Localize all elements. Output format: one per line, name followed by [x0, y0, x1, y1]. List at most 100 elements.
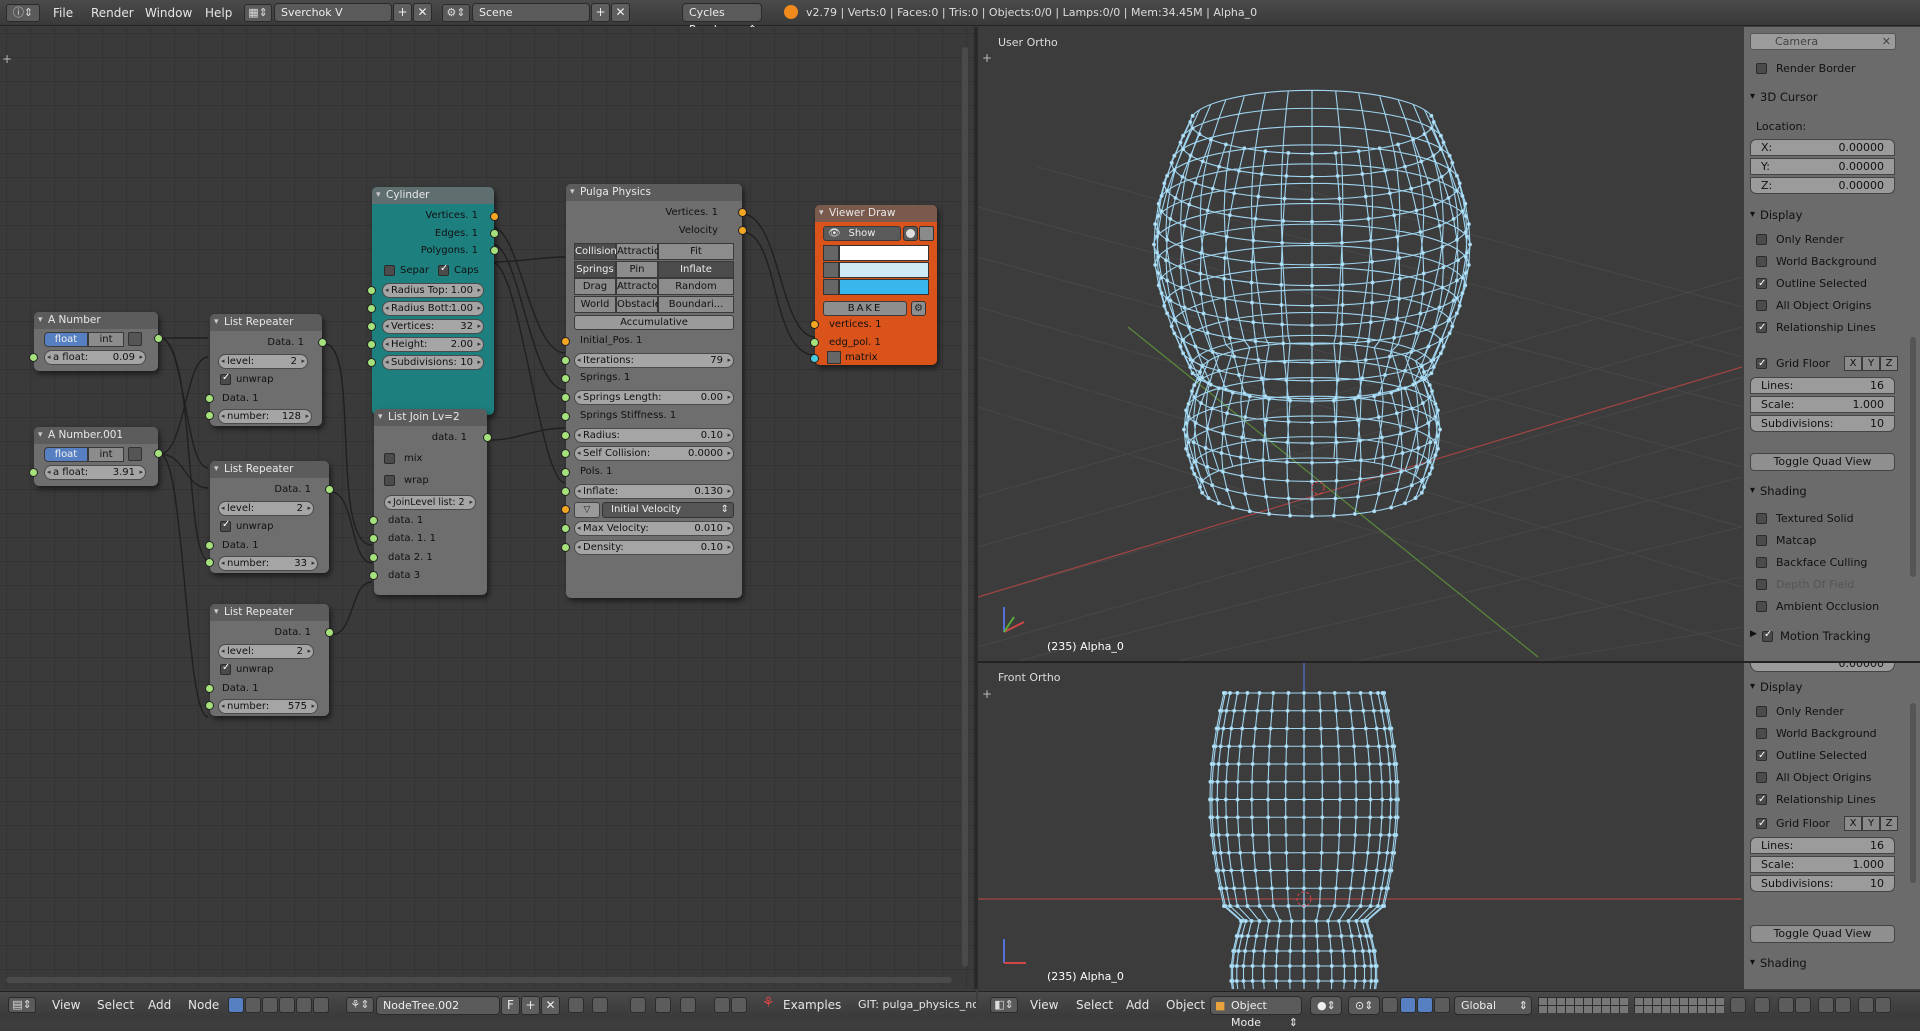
menu-window[interactable]: Window	[138, 0, 199, 26]
show-toggle[interactable]: 👁 Show	[823, 226, 901, 241]
cursor-z-field[interactable]: Z: 0.00000	[1750, 177, 1895, 194]
accumulative-toggle[interactable]: Accumulative	[574, 315, 734, 330]
layers-grid-2[interactable]	[1634, 997, 1724, 1013]
checkbox[interactable]	[1756, 234, 1767, 245]
pulga-field[interactable]: Self Collision: 0.0000	[574, 446, 734, 462]
paste-all-icon[interactable]	[731, 997, 747, 1013]
caps-checkbox[interactable]	[438, 263, 449, 276]
viewport-plus-icon[interactable]: +	[982, 687, 992, 701]
output-socket[interactable]	[154, 334, 163, 343]
checkbox[interactable]	[1756, 256, 1767, 267]
display-panel-header[interactable]: Display	[1746, 677, 1906, 697]
menu-add[interactable]: Add	[148, 992, 171, 1018]
input-socket[interactable]	[561, 337, 570, 346]
checkbox[interactable]	[1756, 557, 1767, 568]
checkbox-row[interactable]: Relationship Lines	[1754, 792, 1876, 808]
checkbox-row[interactable]: Matcap	[1754, 533, 1816, 549]
input-socket[interactable]	[561, 411, 570, 421]
input-socket[interactable]	[205, 684, 214, 693]
pulga-field[interactable]: Iterations: 79	[574, 352, 734, 368]
properties-panel-bottom[interactable]: 0.00000 Display Only Render World Backgro…	[1744, 663, 1920, 989]
motion-tracking-checkbox[interactable]	[1762, 629, 1773, 642]
input-socket[interactable]	[205, 541, 214, 550]
input-socket[interactable]	[561, 505, 570, 515]
node-list-repeater-3[interactable]: List Repeater Data. 1 level: 2 unwrap Dat…	[205, 604, 334, 716]
orientation-select[interactable]: Global ⇕	[1454, 996, 1532, 1015]
grid-floor-checkbox[interactable]	[1756, 816, 1767, 832]
node-viewer-draw[interactable]: Viewer Draw 👁 Show BAKE ⚙ vertices. 1 edg…	[810, 205, 937, 365]
face-color-swatch[interactable]	[839, 279, 929, 295]
input-socket[interactable]	[561, 467, 570, 477]
shading-panel-header[interactable]: Shading	[1746, 481, 1906, 501]
vertex-color-swatch[interactable]	[839, 245, 929, 261]
feature-toggle[interactable]: Inflate	[658, 260, 734, 278]
toggle-quad-view-button[interactable]: Toggle Quad View	[1750, 925, 1895, 943]
checkbox-row[interactable]: Depth Of Field	[1754, 577, 1854, 593]
output-socket[interactable]	[483, 433, 492, 442]
vertices-socket[interactable]	[490, 212, 499, 221]
float-toggle[interactable]: float	[44, 447, 88, 462]
tree-type-icon[interactable]	[228, 997, 244, 1013]
input-socket[interactable]	[369, 553, 378, 562]
viewport-user-ortho[interactable]: + User Ortho (235) Alpha_0	[978, 27, 1742, 661]
menu-help[interactable]: Help	[198, 0, 239, 26]
pulga-field[interactable]: Springs Length: 0.00	[574, 390, 734, 406]
compositor-icon[interactable]	[279, 997, 295, 1013]
grid-lines-field[interactable]: Lines: 16	[1750, 837, 1895, 854]
nodetree-icon[interactable]: ⚘⇕	[346, 997, 374, 1013]
remove-tree-button[interactable]: ✕	[541, 996, 560, 1015]
menu-object[interactable]: Object	[1166, 992, 1205, 1018]
matrix-in-socket[interactable]	[810, 354, 819, 363]
grid-floor-row[interactable]: Grid Floor	[1754, 816, 1830, 832]
number-field[interactable]: number: 575	[218, 699, 318, 714]
opengl-anim-icon[interactable]	[1835, 997, 1851, 1013]
list-icon[interactable]	[128, 332, 142, 346]
sphere-icon[interactable]	[313, 997, 329, 1013]
input-socket[interactable]	[561, 486, 570, 496]
checkbox[interactable]	[1756, 513, 1767, 524]
grid-floor-checkbox[interactable]	[1756, 356, 1767, 372]
scene-field[interactable]: Scene	[472, 3, 590, 22]
editor-type-icon[interactable]: ▤⇕	[8, 997, 36, 1013]
node-list-join[interactable]: List Join Lv=2 data. 1 mix wrap JoinLeve…	[369, 409, 492, 595]
checkbox-row[interactable]: All Object Origins	[1754, 298, 1871, 314]
vertical-scrollbar[interactable]	[962, 47, 968, 967]
feature-toggle[interactable]: Pin	[616, 260, 658, 278]
vertices-in-socket[interactable]	[367, 322, 376, 331]
square-toggle-icon[interactable]	[919, 226, 934, 241]
scale-icon[interactable]	[1434, 997, 1450, 1013]
examples-menu[interactable]: Examples	[783, 992, 841, 1018]
pin-icon[interactable]	[568, 997, 584, 1013]
cursor-x-field[interactable]: X: 0.00000	[1750, 139, 1895, 156]
input-socket[interactable]	[561, 430, 570, 440]
edge-color-swatch[interactable]	[839, 262, 929, 278]
node-a-number-001[interactable]: A Number.001 float int a float: 3.91	[29, 427, 163, 486]
motion-tracking-row[interactable]: ▶ Motion Tracking	[1750, 629, 1871, 643]
feature-toggle[interactable]: Attractors	[616, 278, 667, 295]
input-socket[interactable]	[561, 449, 570, 459]
feature-toggle[interactable]: Springs	[574, 260, 616, 278]
screen-layout-icon[interactable]: ▦⇕	[244, 4, 272, 22]
menu-render[interactable]: Render	[84, 0, 141, 26]
input-socket[interactable]	[369, 571, 378, 580]
grid-z-toggle[interactable]: Z	[1880, 356, 1898, 371]
checkbox[interactable]	[1756, 792, 1767, 808]
menu-view[interactable]: View	[1030, 992, 1058, 1018]
nodetree-name-field[interactable]: NodeTree.002	[376, 996, 500, 1015]
snap-mode-icon[interactable]	[655, 997, 671, 1013]
join-level-field[interactable]: JoinLevel list: 2	[384, 495, 476, 510]
mode-select[interactable]: ■ Object Mode ⇕	[1210, 996, 1302, 1029]
pulga-field[interactable]: Density: 0.10	[574, 539, 734, 555]
feature-toggle[interactable]: Obstacles	[616, 295, 666, 313]
grid-subdivisions-field[interactable]: Subdivisions: 10	[1750, 875, 1895, 892]
unwrap-checkbox[interactable]	[220, 662, 231, 675]
level-field[interactable]: level: 2	[218, 501, 314, 516]
cursor-y-field[interactable]: Y: 0.00000	[1750, 158, 1895, 175]
node-list-repeater-2[interactable]: List Repeater Data. 1 level: 2 unwrap Dat…	[205, 461, 334, 573]
output-socket[interactable]	[318, 338, 327, 347]
paste-icon[interactable]	[714, 997, 730, 1013]
radius-top-socket[interactable]	[367, 286, 376, 295]
feature-toggle[interactable]: Attraction	[616, 243, 666, 260]
checkbox-row[interactable]: World Background	[1754, 726, 1877, 742]
grid-scale-field[interactable]: Scale: 1.000	[1750, 856, 1895, 873]
